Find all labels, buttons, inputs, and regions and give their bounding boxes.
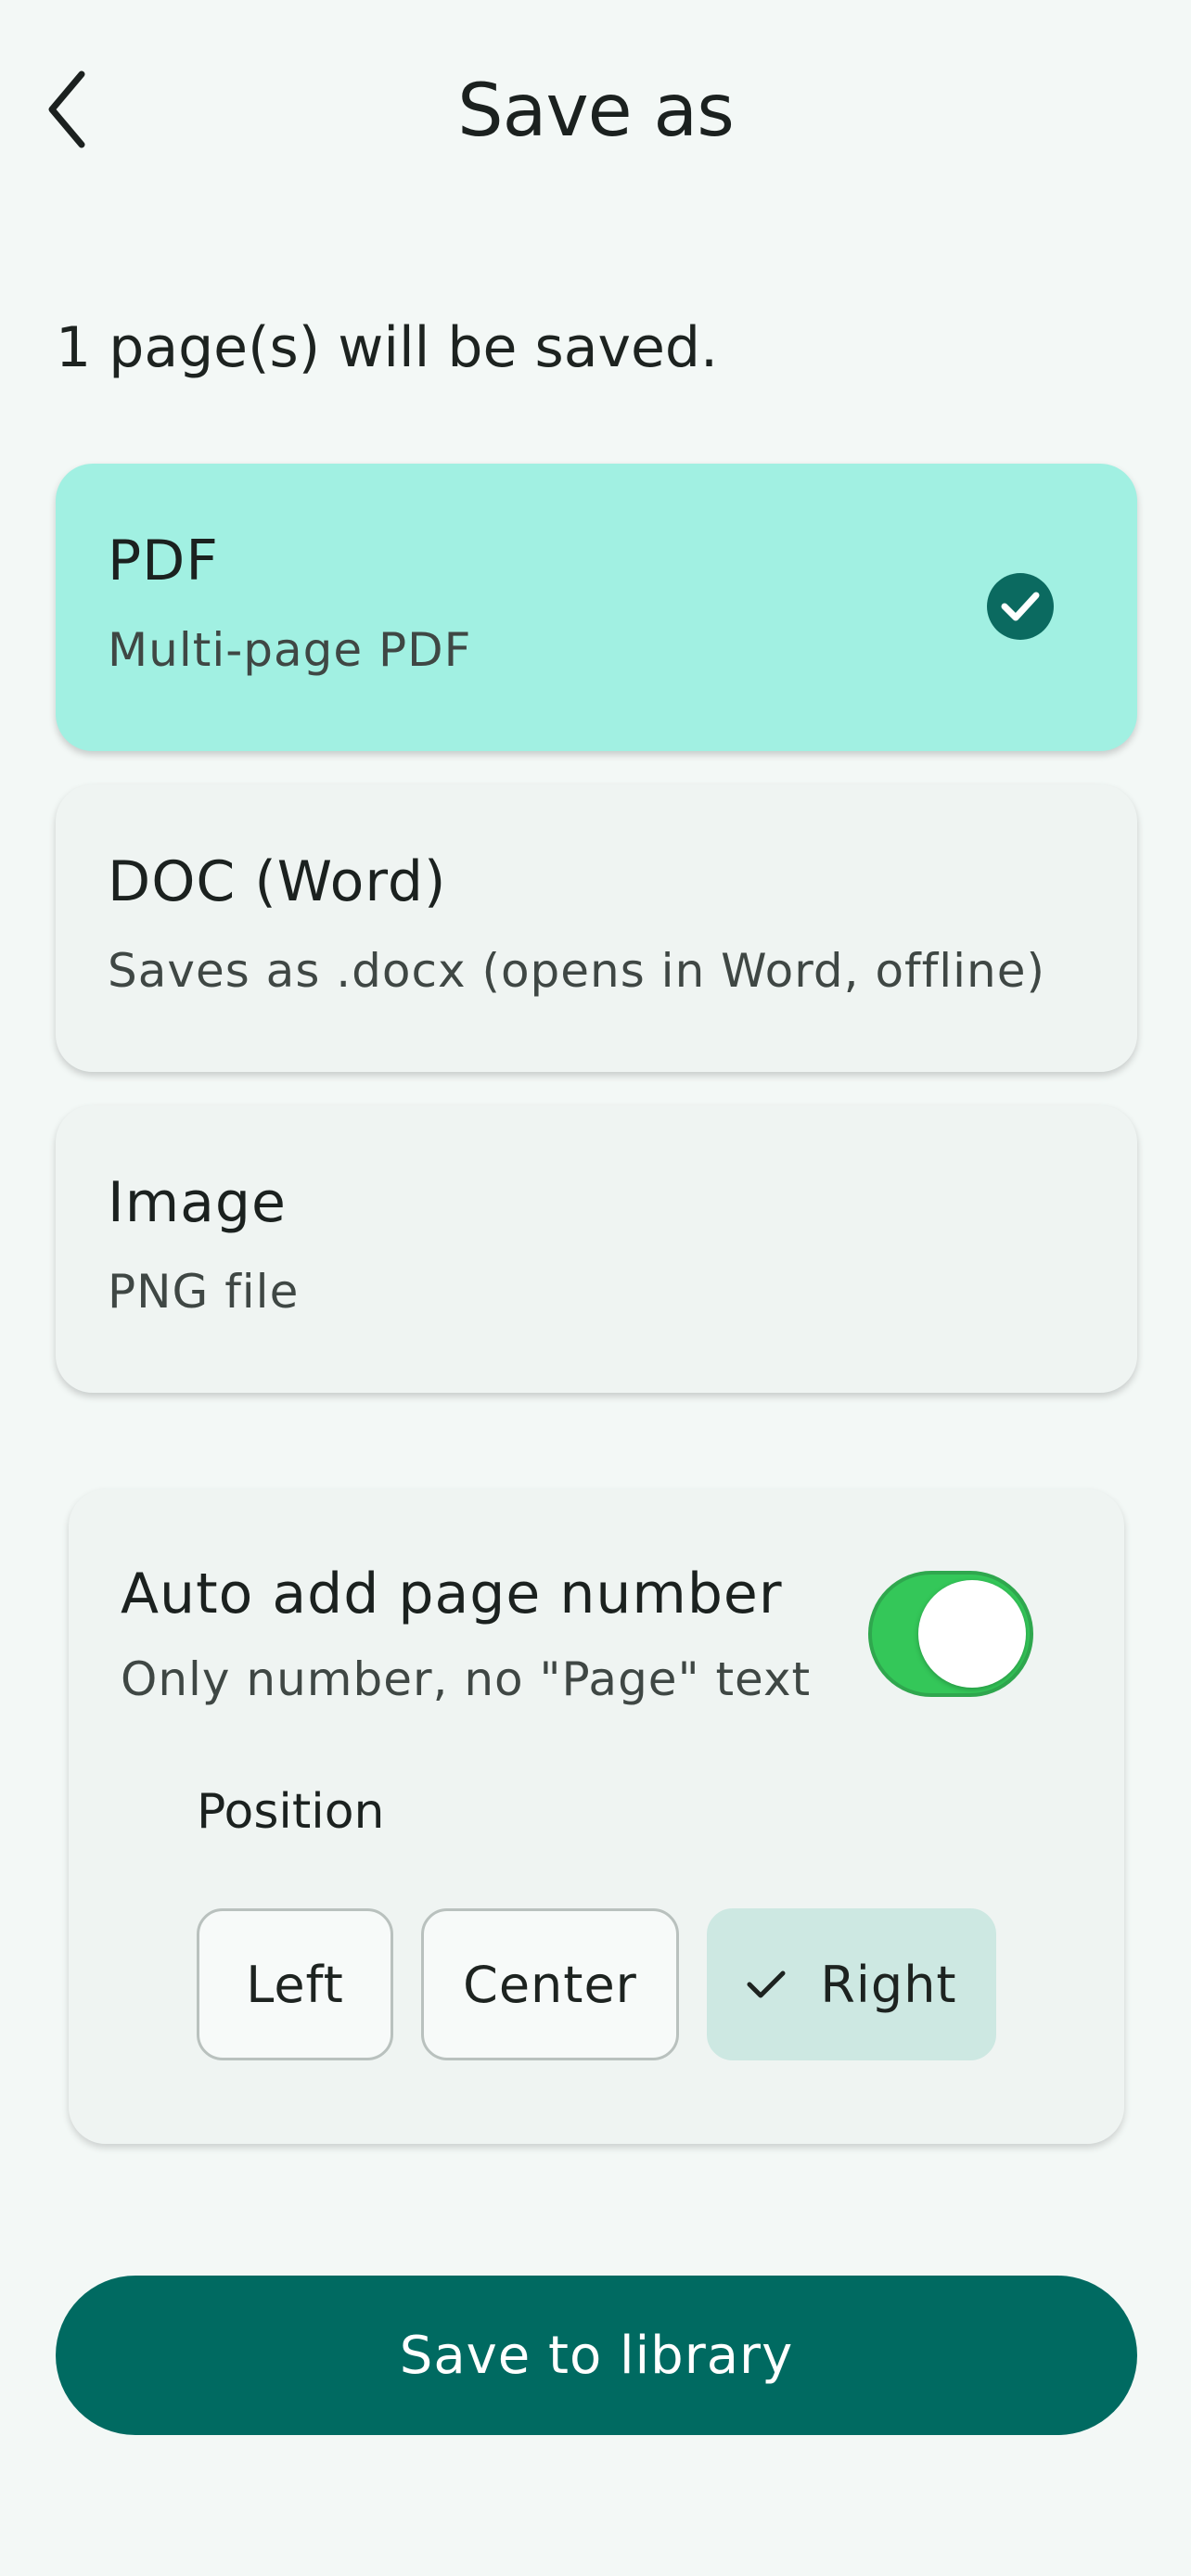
back-button[interactable] <box>46 65 130 158</box>
pages-summary: 1 page(s) will be saved. <box>56 315 719 380</box>
position-label: Position <box>197 1784 385 1840</box>
save-as-screen: Save as 1 page(s) will be saved. PDF Mul… <box>0 0 1191 2576</box>
page-title: Save as <box>457 70 735 153</box>
position-button-label: Left <box>246 1955 344 2014</box>
page-number-title: Auto add page number <box>121 1562 783 1626</box>
position-left-button[interactable]: Left <box>197 1908 393 2060</box>
format-option-doc[interactable]: DOC (Word) Saves as .docx (opens in Word… <box>56 784 1137 1072</box>
option-title: PDF <box>108 529 219 593</box>
option-subtitle: PNG file <box>108 1265 300 1319</box>
save-to-library-button[interactable]: Save to library <box>56 2276 1137 2435</box>
format-option-image[interactable]: Image PNG file <box>56 1105 1137 1393</box>
option-subtitle: Multi-page PDF <box>108 623 472 677</box>
check-circle-icon <box>987 573 1054 640</box>
check-icon <box>746 1968 787 2001</box>
position-button-label: Center <box>463 1955 637 2014</box>
chevron-left-icon <box>46 70 87 152</box>
page-number-card: Auto add page number Only number, no "Pa… <box>69 1489 1124 2144</box>
option-subtitle: Saves as .docx (opens in Word, offline) <box>108 944 1045 998</box>
position-button-label: Right <box>820 1955 957 2014</box>
option-title: Image <box>108 1170 287 1235</box>
page-number-subtitle: Only number, no "Page" text <box>121 1652 812 1706</box>
option-title: DOC (Word) <box>108 849 447 914</box>
position-right-button[interactable]: Right <box>707 1908 996 2060</box>
position-center-button[interactable]: Center <box>421 1908 679 2060</box>
format-option-pdf[interactable]: PDF Multi-page PDF <box>56 464 1137 751</box>
toggle-knob <box>918 1580 1026 1688</box>
page-number-toggle[interactable] <box>868 1571 1033 1697</box>
